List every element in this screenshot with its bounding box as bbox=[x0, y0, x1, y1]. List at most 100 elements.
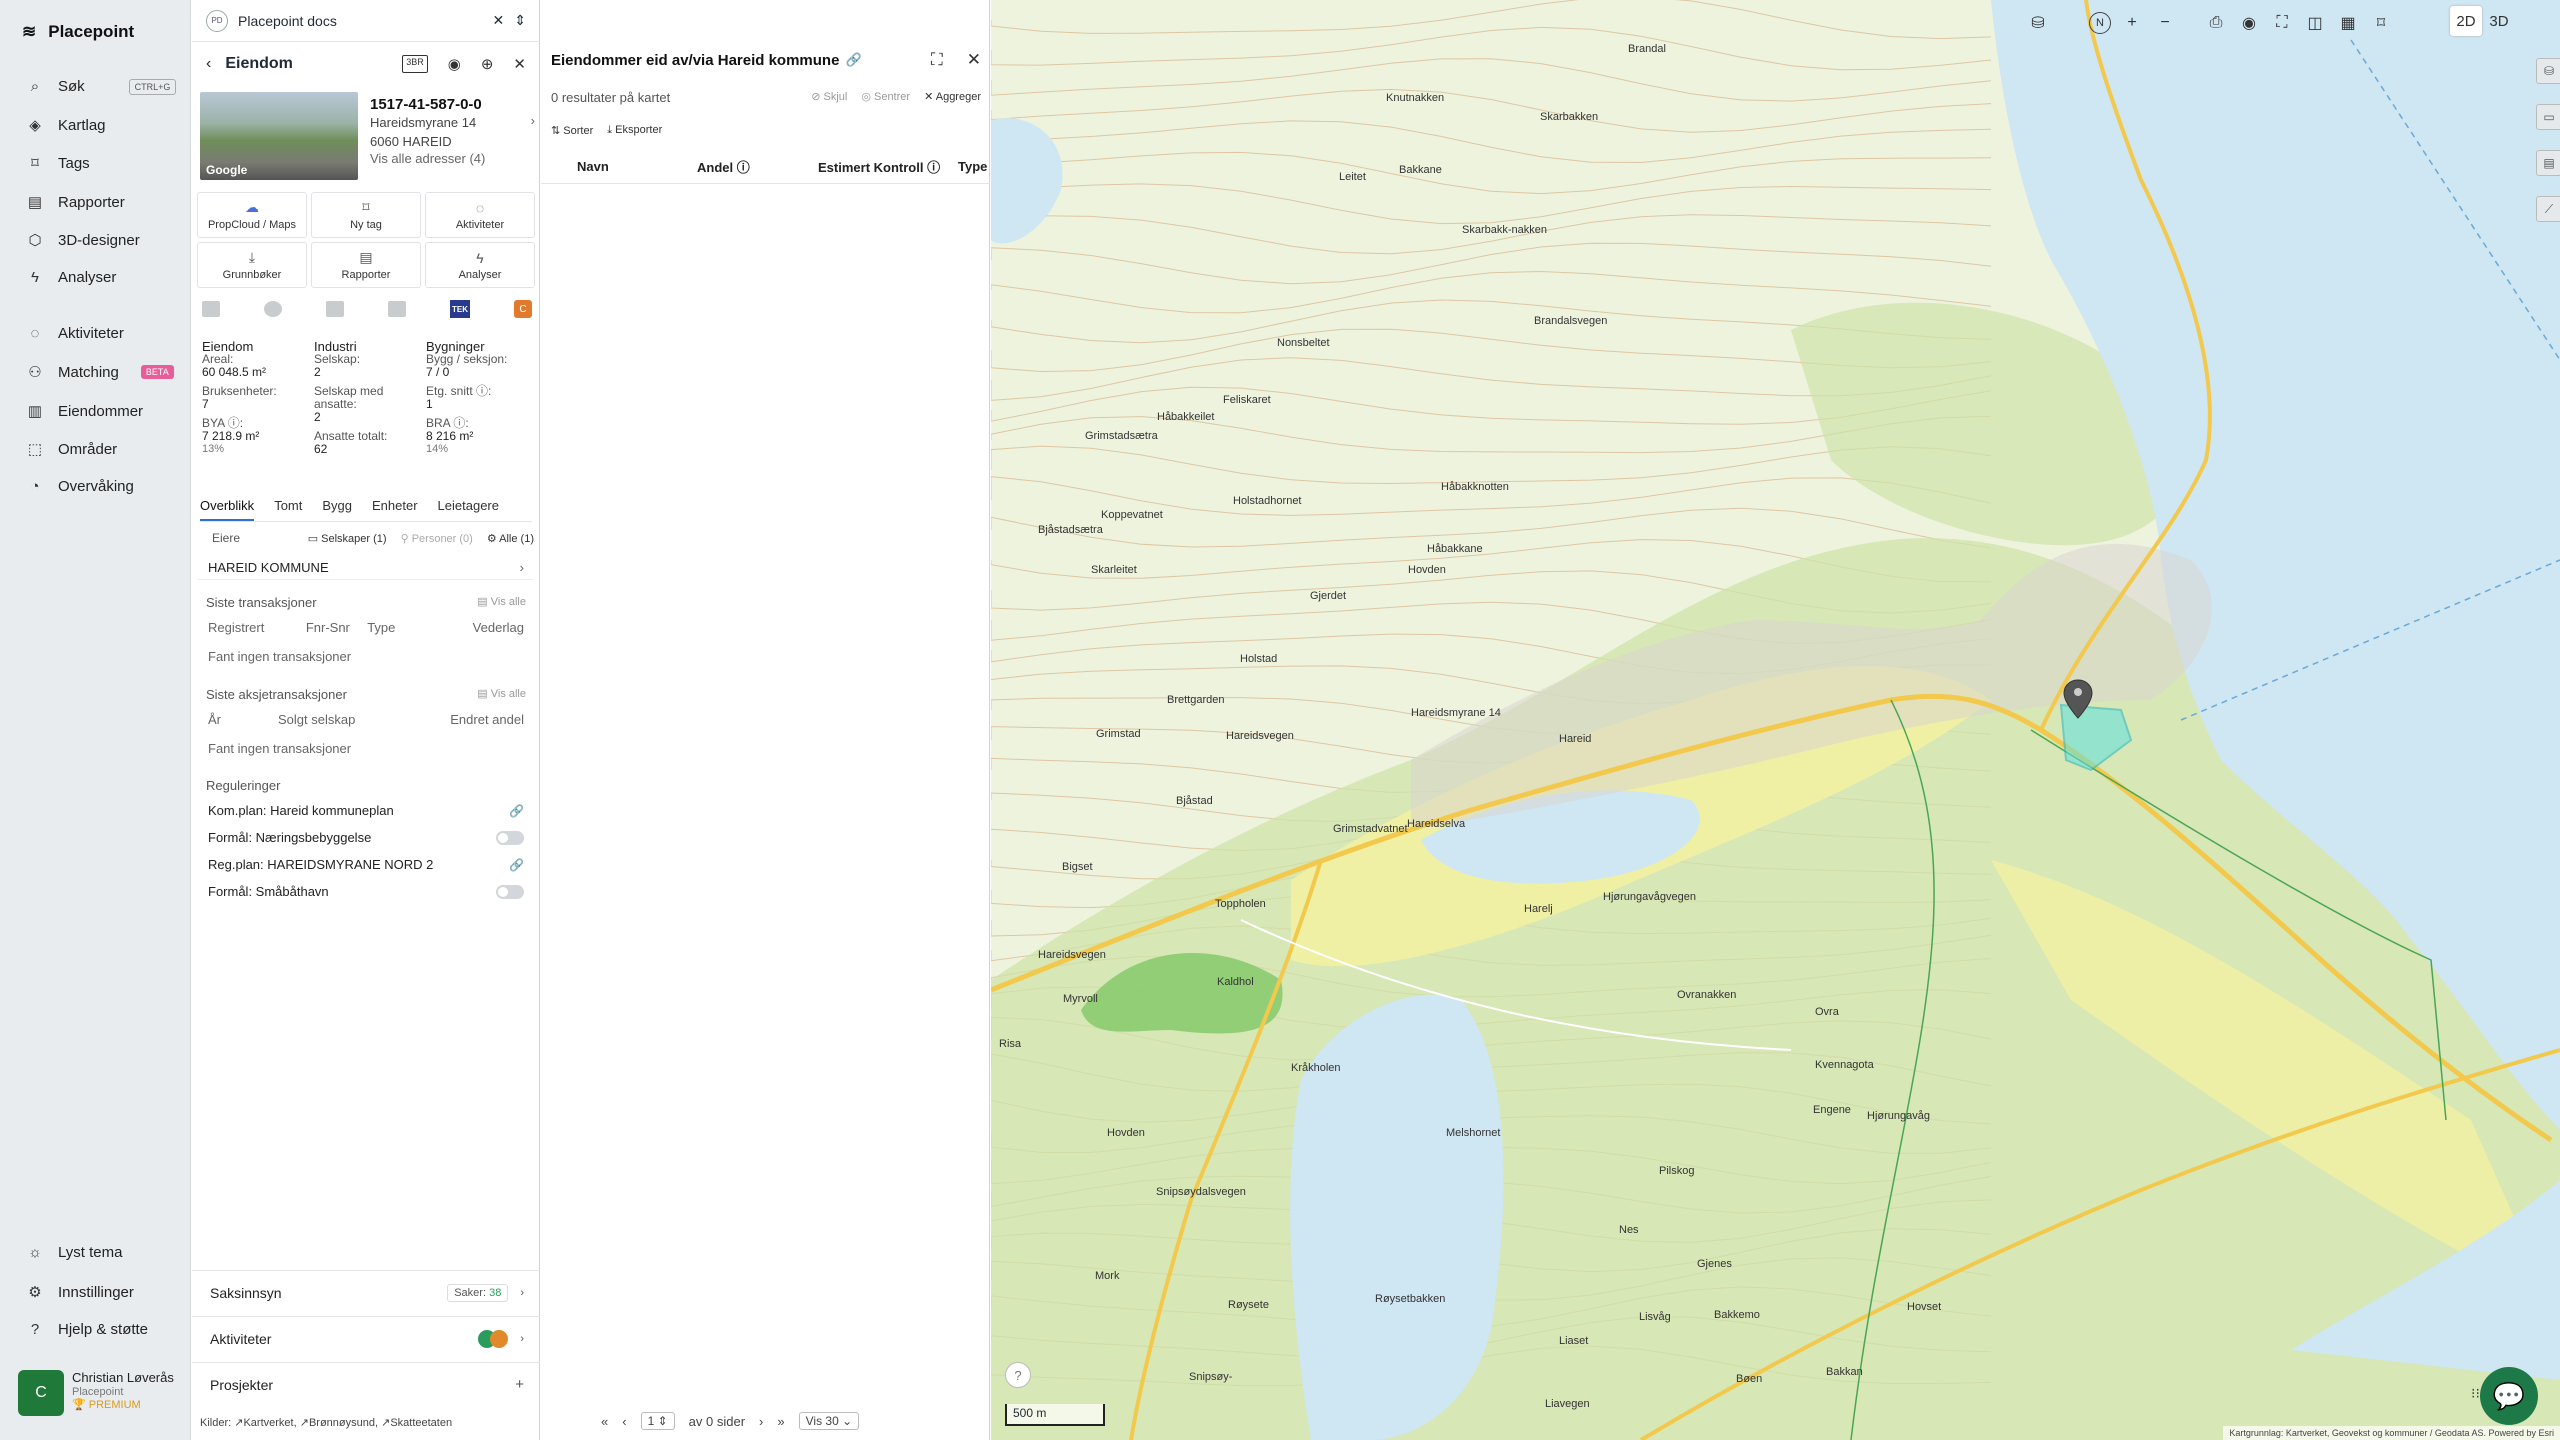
bookmark-icon[interactable]: ⌑ bbox=[2368, 10, 2394, 36]
last-page-icon[interactable]: » bbox=[777, 1414, 784, 1429]
brand[interactable]: ≋ Placepoint bbox=[22, 22, 134, 42]
nav-analyser[interactable]: ϟ Analyser bbox=[26, 269, 116, 286]
source-3-icon[interactable] bbox=[326, 301, 344, 317]
source-4-icon[interactable] bbox=[388, 301, 406, 317]
nav-rapporter[interactable]: ▤ Rapporter bbox=[26, 193, 125, 212]
locate-icon[interactable]: ⊕ bbox=[481, 55, 494, 73]
chat-support-button[interactable]: 💬 bbox=[2480, 1367, 2538, 1425]
column-header[interactable]: Andel ⓘ bbox=[697, 157, 818, 176]
regulation-row[interactable]: Reg.plan: HAREIDSMYRANE NORD 2 🔗 bbox=[198, 851, 534, 878]
tab-overblikk[interactable]: Overblikk bbox=[200, 498, 255, 521]
filter-persons[interactable]: ⚲ Personer (0) bbox=[401, 532, 473, 545]
tab-enheter[interactable]: Enheter bbox=[372, 498, 418, 521]
nav-eiendommer[interactable]: ▥ Eiendommer bbox=[26, 402, 143, 421]
map-canvas[interactable]: Brandal Knutnakken Skarbakken Bakkane Leitet… bbox=[991, 0, 2560, 1440]
first-page-icon[interactable]: « bbox=[601, 1414, 608, 1429]
eye-icon[interactable]: ◉ bbox=[2236, 10, 2262, 36]
regulation-toggle[interactable] bbox=[496, 884, 524, 899]
profile-tool-icon[interactable]: ⟋ bbox=[2536, 196, 2560, 222]
center-button[interactable]: ◎ Sentrer bbox=[861, 90, 910, 105]
nav-aktiviteter[interactable]: ◌ Aktiviteter bbox=[26, 325, 124, 342]
eye-icon[interactable]: ◉ bbox=[448, 55, 461, 73]
expand-icon[interactable]: ⛶ bbox=[931, 50, 943, 70]
source-link[interactable]: ↗Kartverket, bbox=[234, 1417, 296, 1429]
fullscreen-icon[interactable]: ⛶ bbox=[2269, 10, 2295, 36]
activities-button[interactable]: ◌ Aktiviteter bbox=[425, 192, 535, 238]
saksinnsyn-row[interactable]: Saksinnsyn Saker: 38 › bbox=[192, 1270, 540, 1314]
nav-kartlag[interactable]: ◈ Kartlag bbox=[26, 116, 105, 135]
propcloud-button[interactable]: ☁ PropCloud / Maps bbox=[197, 192, 307, 238]
source-link[interactable]: ↗Brønnøysund, bbox=[300, 1417, 378, 1429]
c-source-icon[interactable]: C bbox=[514, 300, 532, 318]
close-icon[interactable]: ✕ bbox=[493, 12, 505, 29]
camera-icon[interactable]: ◫ bbox=[2302, 10, 2328, 36]
close-icon[interactable]: ✕ bbox=[513, 55, 526, 73]
measure-tool-icon[interactable]: ▭ bbox=[2536, 104, 2560, 130]
hide-button[interactable]: ⊘ Skjul bbox=[811, 90, 847, 105]
nav-matching[interactable]: ⚇ Matching BETA bbox=[26, 363, 174, 381]
reports-button[interactable]: ▤ Rapporter bbox=[311, 242, 421, 288]
analyses-button[interactable]: ϟ Analyser bbox=[425, 242, 535, 288]
aktiviteter-row[interactable]: Aktiviteter › bbox=[192, 1316, 540, 1360]
compass-north[interactable]: N bbox=[2087, 10, 2113, 36]
map-help-icon[interactable]: ? bbox=[1005, 1362, 1031, 1388]
address-row[interactable]: Hareidsmyrane 14 › bbox=[370, 113, 535, 132]
filter-companies[interactable]: ▭ Selskaper (1) bbox=[308, 532, 387, 545]
mode-3d-button[interactable]: 3D bbox=[2483, 6, 2515, 36]
link-icon[interactable]: 🔗 bbox=[509, 858, 524, 872]
nav-3d-designer[interactable]: ⬡ 3D-designer bbox=[26, 231, 139, 250]
map-view[interactable]: Brandal Knutnakken Skarbakken Bakkane Leitet… bbox=[991, 0, 2560, 1440]
column-header[interactable]: Estimert Kontroll ⓘ bbox=[818, 157, 958, 176]
column-header[interactable]: Type bbox=[958, 159, 987, 174]
link-icon[interactable]: 🔗 bbox=[845, 52, 861, 68]
column-header[interactable]: Navn bbox=[577, 159, 697, 174]
zoom-in-icon[interactable]: + bbox=[2119, 10, 2145, 36]
all-addresses-link[interactable]: Vis alle adresser (4) bbox=[370, 151, 535, 166]
per-page-select[interactable]: Vis 30 ⌄ bbox=[798, 1412, 860, 1430]
nav-overvaking[interactable]: ◔ Overvåking bbox=[26, 478, 133, 495]
next-page-icon[interactable]: › bbox=[759, 1414, 763, 1429]
page-select[interactable]: 1 ⇕ bbox=[640, 1412, 675, 1430]
tab-bygg[interactable]: Bygg bbox=[322, 498, 352, 521]
regulation-toggle[interactable] bbox=[496, 830, 524, 845]
sort-button[interactable]: ⇅ Sorter bbox=[551, 124, 593, 137]
nav-omrader[interactable]: ⬚ Områder bbox=[26, 440, 117, 459]
close-icon[interactable]: ✕ bbox=[967, 50, 981, 70]
chevron-updown-icon[interactable]: ⇕ bbox=[514, 12, 526, 29]
back-icon[interactable]: ‹ bbox=[206, 55, 211, 73]
view-all-link[interactable]: ▤ Vis alle bbox=[477, 595, 526, 610]
tab-tomt[interactable]: Tomt bbox=[274, 498, 302, 521]
export-button[interactable]: ⤓ Eksporter bbox=[607, 124, 662, 137]
chart-tool-icon[interactable]: ▤ bbox=[2536, 150, 2560, 176]
aggregate-button[interactable]: ✕ Aggreger bbox=[924, 90, 981, 105]
streetview-thumbnail[interactable]: Google bbox=[200, 92, 358, 180]
grunnboker-button[interactable]: ⤓ Grunnbøker bbox=[197, 242, 307, 288]
prosjekter-row[interactable]: Prosjekter + bbox=[192, 1362, 540, 1406]
cube-3d-icon[interactable]: 3BR bbox=[402, 55, 428, 73]
plus-icon[interactable]: + bbox=[515, 1376, 524, 1393]
print-icon[interactable]: ⎙ bbox=[2203, 10, 2229, 36]
nav-light-theme[interactable]: ☼ Lyst tema bbox=[26, 1244, 122, 1261]
source-2-icon[interactable] bbox=[264, 301, 282, 317]
drag-handle-icon[interactable]: ⁝⁝ bbox=[2471, 1385, 2480, 1402]
map-layers-icon[interactable]: ⛁ bbox=[2025, 10, 2051, 36]
tek-icon[interactable]: TEK bbox=[450, 300, 470, 318]
owner-row[interactable]: HAREID KOMMUNE › bbox=[198, 556, 534, 580]
regulation-row[interactable]: Kom.plan: Hareid kommuneplan 🔗 bbox=[198, 797, 534, 824]
tab-leietagere[interactable]: Leietagere bbox=[438, 498, 499, 521]
nav-settings[interactable]: ⚙ Innstillinger bbox=[26, 1283, 134, 1302]
nav-tags[interactable]: ⌑ Tags bbox=[26, 154, 90, 173]
nav-search[interactable]: ⌕ Søk CTRL+G bbox=[26, 78, 177, 95]
nav-help[interactable]: ? Hjelp & støtte bbox=[26, 1321, 148, 1338]
docs-bar[interactable]: PD Placepoint docs ✕ ⇕ bbox=[192, 0, 540, 42]
new-tag-button[interactable]: ⌑ Ny tag bbox=[311, 192, 421, 238]
prev-page-icon[interactable]: ‹ bbox=[622, 1414, 626, 1429]
view-all-link[interactable]: ▤ Vis alle bbox=[477, 687, 526, 702]
zoom-out-icon[interactable]: − bbox=[2152, 10, 2178, 36]
source-1-icon[interactable] bbox=[202, 301, 220, 317]
map-layers-tool-icon[interactable]: ⛁ bbox=[2536, 58, 2560, 84]
link-icon[interactable]: 🔗 bbox=[509, 804, 524, 818]
mode-2d-button[interactable]: 2D bbox=[2450, 6, 2482, 36]
user-card[interactable]: C Christian Løverås Placepoint 🏆 PREMIUM bbox=[18, 1370, 174, 1416]
filter-all[interactable]: ⚙ Alle (1) bbox=[487, 532, 534, 545]
